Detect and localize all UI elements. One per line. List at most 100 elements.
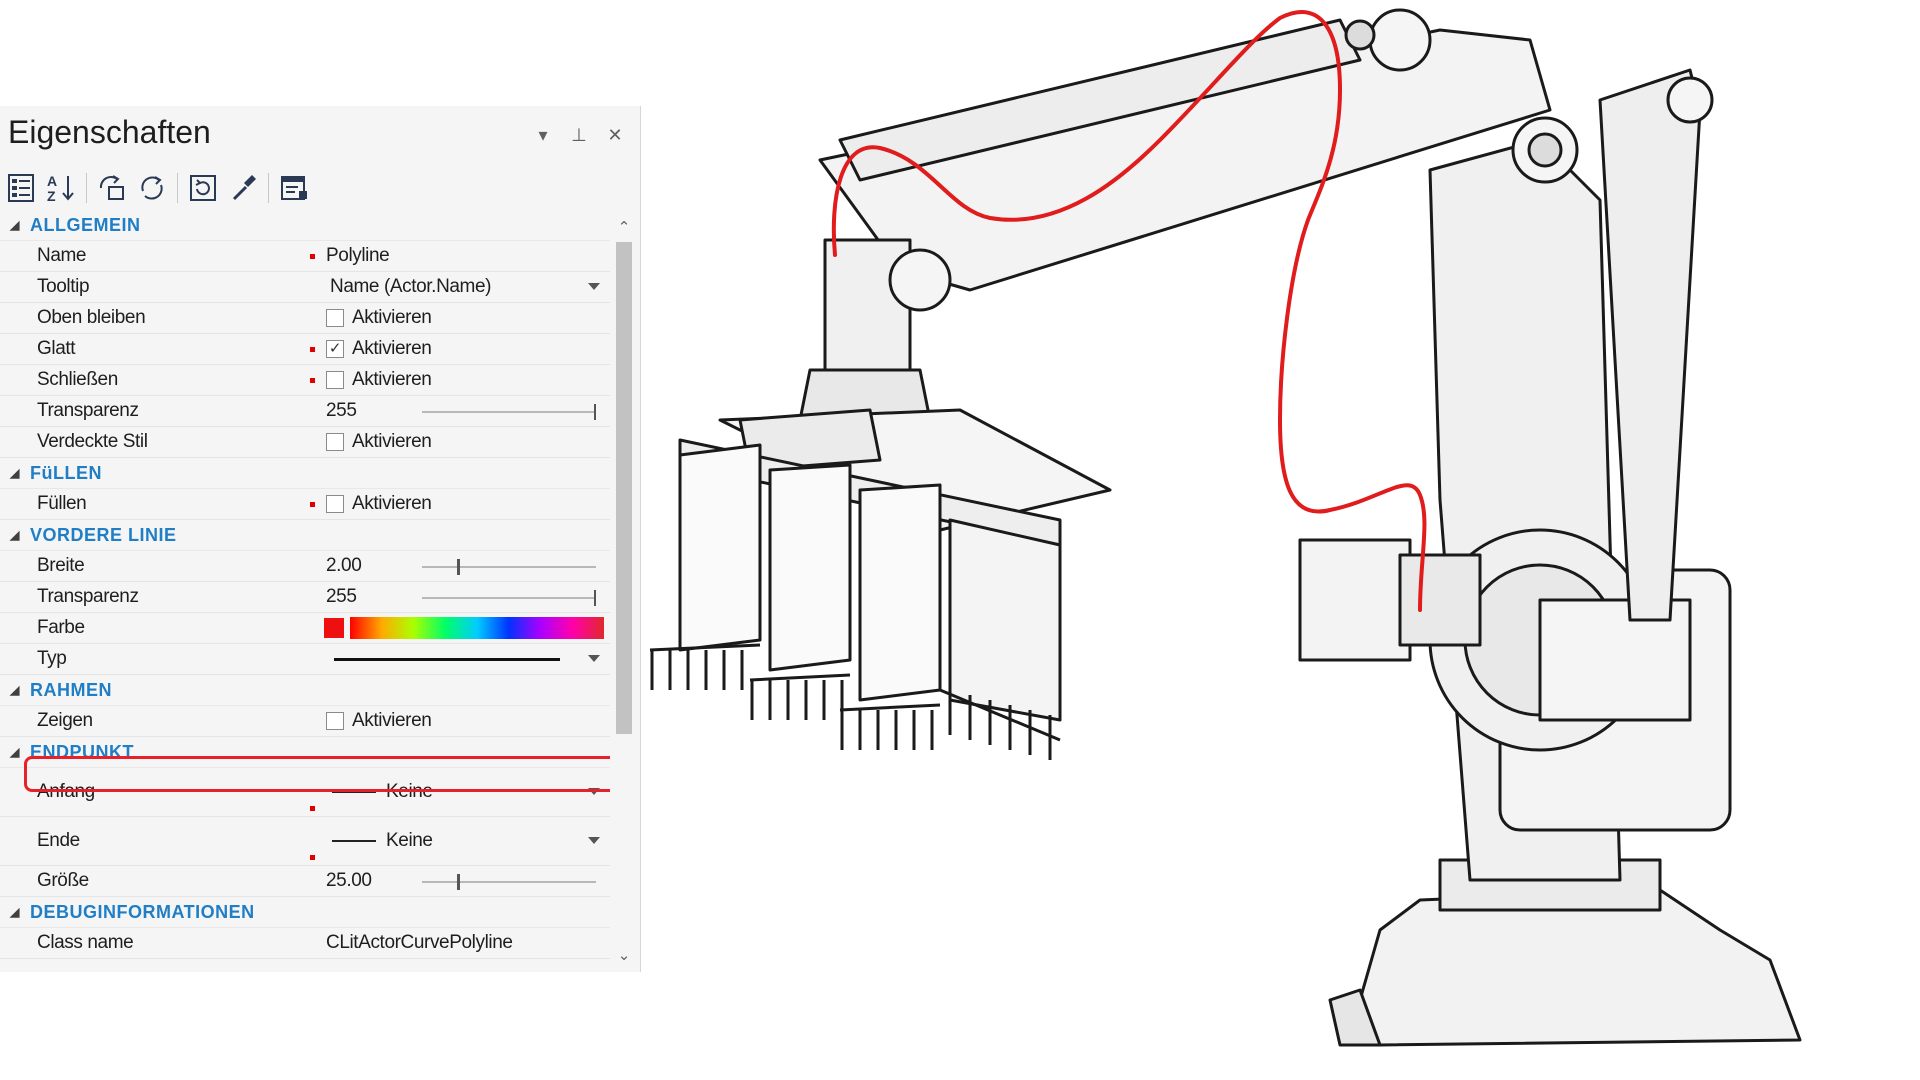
tooltip-value-text: Name (Actor.Name) <box>330 276 492 297</box>
checkbox-label: Aktivieren <box>352 431 432 452</box>
dropdown-arrow-icon[interactable] <box>588 655 600 662</box>
category-debuginformationen[interactable]: ◢ DEBUGINFORMATIONEN <box>0 897 610 928</box>
slider-thumb[interactable] <box>594 590 596 606</box>
category-label: ALLGEMEIN <box>30 214 141 235</box>
scroll-up-icon[interactable]: ⌃ <box>612 218 636 238</box>
checkbox-checked[interactable]: ✓ <box>326 340 344 358</box>
transparenz-linie-slider[interactable] <box>422 590 596 606</box>
collapse-caret-icon[interactable]: ◢ <box>0 528 30 542</box>
category-label: DEBUGINFORMATIONEN <box>30 901 255 922</box>
value-text: 255 <box>326 586 357 607</box>
prop-verdeckte-stil[interactable]: Verdeckte Stil Aktivieren <box>0 427 610 458</box>
anfang-select[interactable]: Keine <box>278 768 610 816</box>
prop-label: Tooltip <box>37 276 90 297</box>
color-swatch[interactable] <box>324 618 344 638</box>
robot-illustration <box>649 8 1802 1047</box>
prop-value: Aktivieren <box>278 706 610 736</box>
prop-name-value[interactable]: Polyline <box>278 241 610 271</box>
breite-slider[interactable] <box>422 559 596 575</box>
scroll-down-icon[interactable]: ⌄ <box>612 946 636 966</box>
category-fuellen[interactable]: ◢ FüLLEN <box>0 458 610 489</box>
prop-label: Class name <box>37 932 134 953</box>
prop-value: ✓ Aktivieren <box>278 334 610 364</box>
collapse-caret-icon[interactable]: ◢ <box>0 745 30 759</box>
prop-label: Farbe <box>37 617 85 638</box>
collapse-caret-icon[interactable]: ◢ <box>0 218 30 232</box>
property-page-icon[interactable] <box>277 171 311 205</box>
groesse-slider[interactable] <box>422 874 596 890</box>
properties-panel: Eigenschaften ▾ ⊥ ✕ A Z ◢ ALLGEMEIN Name… <box>0 106 641 972</box>
category-label: FüLLEN <box>30 462 102 483</box>
prop-value <box>278 613 610 643</box>
prop-typ[interactable]: Typ <box>0 644 610 675</box>
scrollbar-thumb[interactable] <box>616 242 632 734</box>
prop-label: Füllen <box>37 493 87 514</box>
toolbar-separator <box>177 173 178 203</box>
prop-ende[interactable]: Ende Keine <box>0 817 610 866</box>
prop-label: Glatt <box>37 338 76 359</box>
prop-oben-bleiben[interactable]: Oben bleiben Aktivieren <box>0 303 610 334</box>
slider-thumb[interactable] <box>456 559 460 575</box>
select-value: Keine <box>386 830 433 851</box>
prop-tooltip[interactable]: Tooltip Name (Actor.Name) <box>0 272 610 303</box>
arrow-style-preview <box>332 791 376 793</box>
prop-class-name[interactable]: Class name CLitActorCurvePolyline <box>0 928 610 959</box>
prop-label: Typ <box>37 648 67 669</box>
category-rahmen[interactable]: ◢ RAHMEN <box>0 675 610 706</box>
line-type-select[interactable] <box>278 644 610 674</box>
dropdown-icon[interactable]: ▾ <box>532 124 554 146</box>
eyedropper-icon[interactable] <box>226 171 260 205</box>
prop-label: Zeigen <box>37 710 93 731</box>
checkbox-label: Aktivieren <box>352 338 432 359</box>
checkbox[interactable] <box>326 495 344 513</box>
checkbox[interactable] <box>326 712 344 730</box>
value-text: 25.00 <box>326 870 372 891</box>
reset-icon[interactable] <box>186 171 220 205</box>
import-icon[interactable] <box>95 171 129 205</box>
panel-toolbar: A Z <box>4 168 317 208</box>
prop-label: Anfang <box>37 781 95 802</box>
vertical-scrollbar[interactable]: ⌃ ⌄ <box>612 210 636 972</box>
refresh-icon[interactable] <box>135 171 169 205</box>
prop-zeigen[interactable]: Zeigen Aktivieren <box>0 706 610 737</box>
slider-thumb[interactable] <box>456 874 460 890</box>
color-spectrum-picker[interactable] <box>350 617 604 639</box>
checkbox[interactable] <box>326 433 344 451</box>
category-label: ENDPUNKT <box>30 741 135 762</box>
dropdown-arrow-icon[interactable] <box>588 837 600 844</box>
category-endpunkt[interactable]: ◢ ENDPUNKT <box>0 737 610 768</box>
collapse-caret-icon[interactable]: ◢ <box>0 683 30 697</box>
prop-transparenz[interactable]: Transparenz 255 <box>0 396 610 427</box>
prop-groesse[interactable]: Größe 25.00 <box>0 866 610 897</box>
prop-label: Oben bleiben <box>37 307 146 328</box>
prop-schliessen[interactable]: Schließen Aktivieren <box>0 365 610 396</box>
select-value: Keine <box>386 781 433 802</box>
prop-value: Aktivieren <box>278 365 610 395</box>
prop-name[interactable]: Name Polyline <box>0 241 610 272</box>
transparenz-slider[interactable] <box>422 404 596 420</box>
prop-glatt[interactable]: Glatt ✓ Aktivieren <box>0 334 610 365</box>
prop-tooltip-value[interactable]: Name (Actor.Name) <box>278 272 610 302</box>
dropdown-arrow-icon[interactable] <box>588 788 600 795</box>
prop-anfang[interactable]: Anfang Keine <box>0 768 610 817</box>
category-allgemein[interactable]: ◢ ALLGEMEIN <box>0 210 610 241</box>
prop-fuellen[interactable]: Füllen Aktivieren <box>0 489 610 520</box>
prop-label: Breite <box>37 555 85 576</box>
prop-farbe[interactable]: Farbe <box>0 613 610 644</box>
ende-select[interactable]: Keine <box>278 817 610 865</box>
checkbox[interactable] <box>326 309 344 327</box>
prop-label: Ende <box>37 830 80 851</box>
collapse-caret-icon[interactable]: ◢ <box>0 466 30 480</box>
prop-transparenz-linie[interactable]: Transparenz 255 <box>0 582 610 613</box>
category-vordere-linie[interactable]: ◢ VORDERE LINIE <box>0 520 610 551</box>
collapse-caret-icon[interactable]: ◢ <box>0 905 30 919</box>
close-icon[interactable]: ✕ <box>604 124 626 146</box>
drawing-canvas[interactable] <box>640 0 1920 1080</box>
pin-icon[interactable]: ⊥ <box>568 124 590 146</box>
checkbox[interactable] <box>326 371 344 389</box>
categorized-icon[interactable] <box>4 171 38 205</box>
dropdown-arrow-icon[interactable] <box>588 283 600 290</box>
prop-breite[interactable]: Breite 2.00 <box>0 551 610 582</box>
slider-thumb[interactable] <box>594 404 596 420</box>
alphabetical-sort-icon[interactable]: A Z <box>44 171 78 205</box>
